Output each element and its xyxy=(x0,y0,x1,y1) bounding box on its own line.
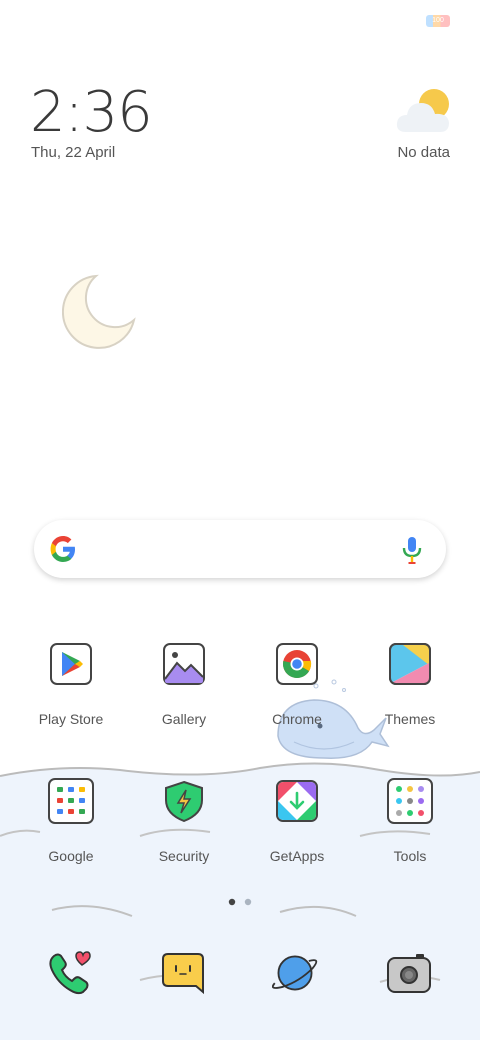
app-themes[interactable]: Themes xyxy=(360,643,460,727)
battery-icon: 100 xyxy=(426,15,450,27)
app-getapps[interactable]: GetApps xyxy=(247,780,347,864)
chrome-icon xyxy=(276,643,318,685)
folder-google[interactable]: Google xyxy=(21,778,121,864)
clock-date[interactable]: Thu, 22 April xyxy=(31,144,115,161)
phone-icon[interactable] xyxy=(48,950,94,996)
moon-icon xyxy=(62,274,136,349)
tools-folder-icon xyxy=(387,778,433,824)
app-play-store[interactable]: Play Store xyxy=(21,643,121,727)
app-label: Tools xyxy=(393,848,427,864)
mic-icon[interactable] xyxy=(400,535,424,565)
app-label: Themes xyxy=(384,711,436,727)
google-search-bar[interactable] xyxy=(34,520,446,578)
app-security[interactable]: Security xyxy=(134,780,234,864)
app-label: Security xyxy=(158,848,210,864)
app-label: Play Store xyxy=(38,711,104,727)
play-store-icon xyxy=(50,643,92,685)
messages-icon[interactable] xyxy=(160,950,206,996)
folder-tools[interactable]: Tools xyxy=(360,778,460,864)
camera-icon[interactable] xyxy=(386,950,432,996)
themes-icon xyxy=(389,643,431,685)
app-chrome[interactable]: Chrome xyxy=(247,643,347,727)
page-dot xyxy=(244,898,252,906)
partly-cloudy-icon[interactable] xyxy=(396,86,452,136)
app-label: GetApps xyxy=(269,848,325,864)
browser-icon[interactable] xyxy=(272,950,318,996)
app-label: Google xyxy=(48,848,94,864)
app-label: Chrome xyxy=(272,711,322,727)
gallery-icon xyxy=(163,643,205,685)
getapps-icon xyxy=(276,780,318,822)
page-indicator[interactable] xyxy=(228,898,252,906)
clock-time[interactable]: 2:36 xyxy=(30,80,153,145)
security-icon xyxy=(165,780,203,823)
app-label: Gallery xyxy=(161,711,207,727)
google-folder-icon xyxy=(48,778,94,824)
page-dot-active xyxy=(228,898,236,906)
app-gallery[interactable]: Gallery xyxy=(134,643,234,727)
weather-status[interactable]: No data xyxy=(397,144,450,161)
google-g-icon xyxy=(50,536,75,562)
